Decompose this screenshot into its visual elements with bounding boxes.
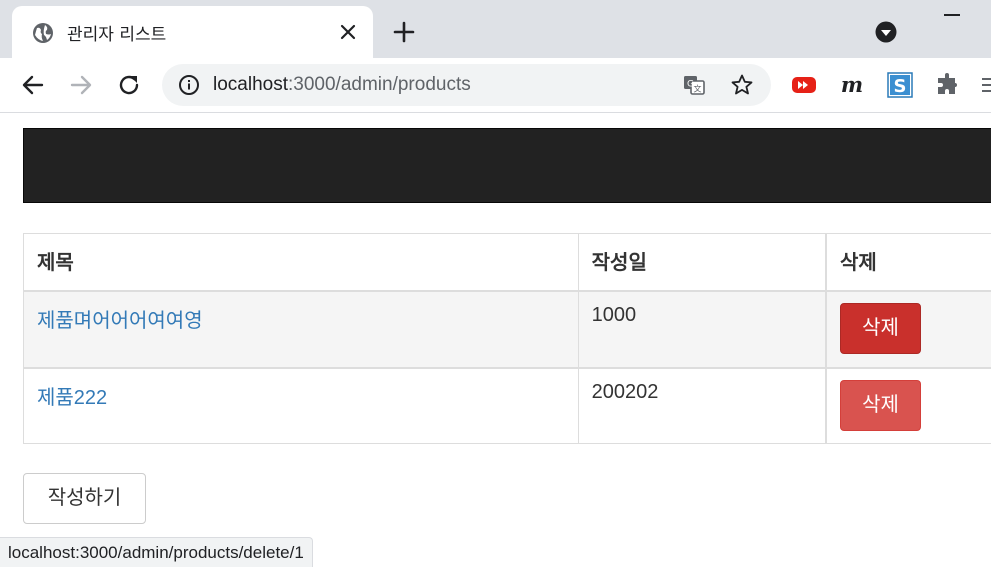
tab-strip: 관리자 리스트	[0, 0, 991, 58]
tab-search-dropdown-icon[interactable]	[874, 20, 898, 44]
table-row: 제품며어어어여여영 1000 삭제	[23, 290, 991, 368]
info-icon[interactable]	[178, 74, 200, 96]
window-minimize-button[interactable]	[944, 14, 960, 16]
menu-icon[interactable]	[982, 72, 991, 98]
browser-toolbar: localhost:3000/admin/products G 文 m S	[0, 58, 991, 113]
delete-cell: 삭제	[825, 366, 991, 444]
youtube-icon[interactable]	[791, 72, 817, 98]
puzzle-icon[interactable]	[935, 72, 961, 98]
header-delete: 삭제	[825, 233, 991, 292]
tab-title: 관리자 리스트	[67, 25, 167, 45]
m-extension-icon[interactable]: m	[839, 72, 865, 98]
s-extension-icon[interactable]: S	[887, 72, 913, 98]
browser-tab[interactable]: 관리자 리스트	[12, 6, 373, 58]
globe-icon	[33, 23, 53, 43]
products-table: 제목 작성일 삭제 제품며어어어여여영 1000 삭제 제품222 200202…	[23, 233, 991, 444]
delete-button[interactable]: 삭제	[840, 379, 922, 431]
translate-icon[interactable]: G 文	[682, 73, 706, 97]
forward-arrow-icon[interactable]	[66, 70, 96, 100]
url-host: localhost	[213, 74, 288, 95]
reload-icon[interactable]	[114, 70, 144, 100]
header-title: 제목	[23, 233, 579, 292]
header-date: 작성일	[577, 233, 827, 292]
url-text[interactable]: localhost:3000/admin/products	[213, 74, 471, 96]
bookmark-star-icon[interactable]	[730, 73, 754, 97]
close-icon[interactable]	[337, 21, 359, 43]
date-cell: 1000	[577, 290, 827, 368]
status-bar-url: localhost:3000/admin/products/delete/1	[0, 537, 313, 567]
product-title-link[interactable]: 제품222	[37, 387, 107, 409]
svg-text:m: m	[841, 72, 863, 97]
product-title-link[interactable]: 제품며어어어여여영	[37, 310, 203, 332]
table-row: 제품222 200202 삭제	[23, 366, 991, 444]
svg-text:文: 文	[694, 84, 702, 94]
write-button[interactable]: 작성하기	[23, 473, 146, 524]
title-cell: 제품며어어어여여영	[23, 290, 579, 368]
delete-button[interactable]: 삭제	[840, 302, 922, 354]
table-header-row: 제목 작성일 삭제	[23, 233, 991, 292]
address-bar[interactable]: localhost:3000/admin/products G 文	[162, 64, 771, 106]
svg-text:S: S	[894, 76, 907, 97]
back-arrow-icon[interactable]	[18, 70, 48, 100]
delete-cell: 삭제	[825, 290, 991, 368]
new-tab-plus-icon[interactable]	[392, 20, 416, 44]
url-path: :3000/admin/products	[288, 74, 471, 95]
title-cell: 제품222	[23, 366, 579, 444]
date-cell: 200202	[577, 366, 827, 444]
top-navbar	[23, 128, 991, 203]
